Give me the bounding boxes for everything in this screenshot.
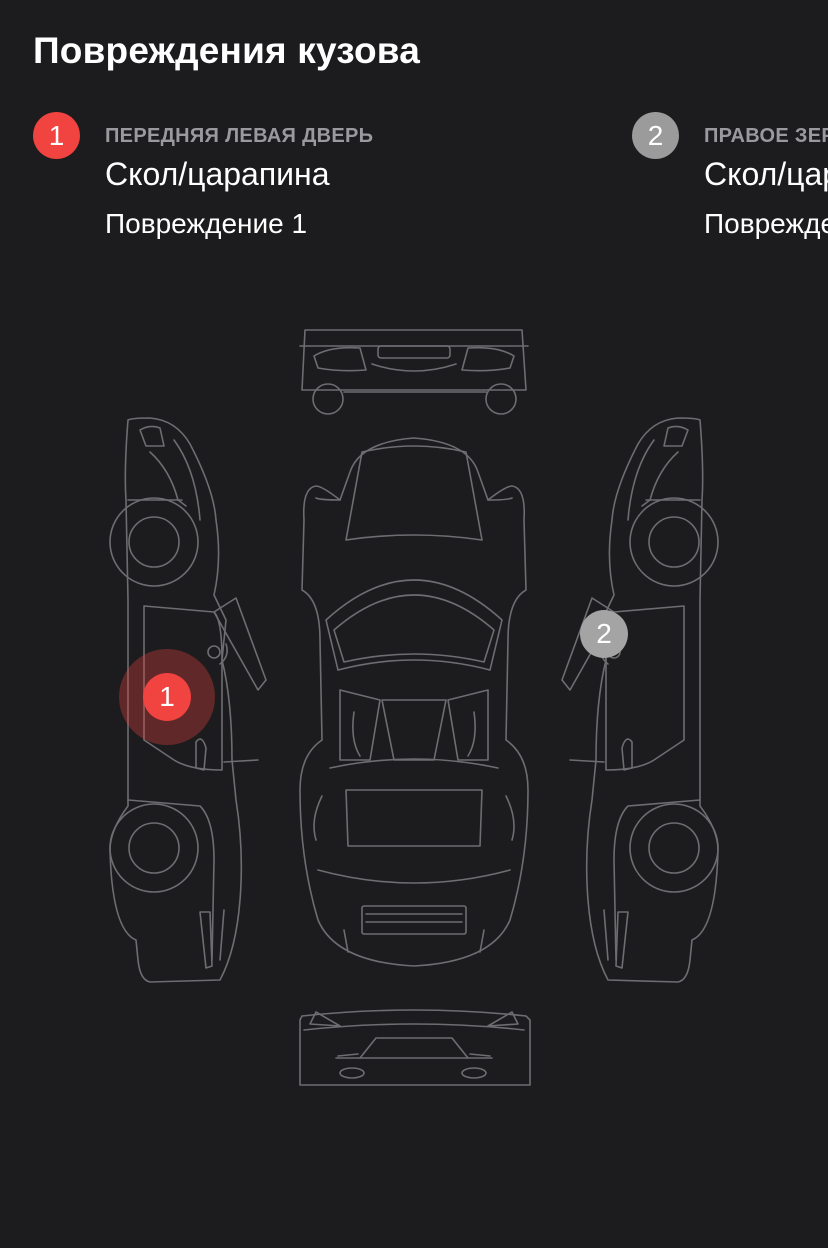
car-body-scheme [109,329,719,1086]
damage-marker-1[interactable]: 1 [143,673,191,721]
car-front-view [299,329,529,415]
car-top-view [299,437,529,967]
body-damage-screen: Повреждения кузова 1 ПЕРЕДНЯЯ ЛЕВАЯ ДВЕР… [0,0,828,1248]
damage-marker-2[interactable]: 2 [580,610,628,658]
car-rear-view [299,1009,531,1086]
car-right-side-view [561,417,719,983]
